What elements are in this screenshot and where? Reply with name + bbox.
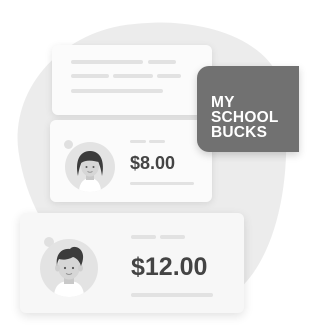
placeholder-line	[131, 235, 156, 239]
girl-avatar-icon	[77, 151, 103, 192]
placeholder-line	[71, 60, 143, 64]
student-balance-card: $8.00	[50, 120, 212, 202]
placeholder-line	[149, 140, 165, 143]
balance-amount: $12.00	[131, 253, 208, 281]
placeholder-line	[71, 89, 163, 93]
boy-avatar-icon	[54, 246, 84, 297]
placeholder-line	[160, 235, 185, 239]
myschoolbucks-logo: MY SCHOOL BUCKS	[197, 66, 299, 152]
logo-text-line: BUCKS	[211, 124, 268, 141]
balance-amount: $8.00	[130, 153, 176, 173]
placeholder-card	[52, 45, 212, 115]
student-avatar	[40, 239, 98, 297]
student-avatar	[65, 142, 115, 192]
student-balance-card: $12.00	[20, 213, 244, 313]
placeholder-line	[131, 293, 213, 297]
placeholder-line	[113, 74, 153, 78]
placeholder-line	[71, 74, 109, 78]
placeholder-line	[130, 182, 194, 185]
placeholder-line	[157, 74, 181, 78]
logo-text-line: MY	[211, 94, 235, 111]
placeholder-line	[130, 140, 146, 143]
logo-text-line: SCHOOL	[211, 109, 279, 126]
placeholder-line	[148, 60, 176, 64]
